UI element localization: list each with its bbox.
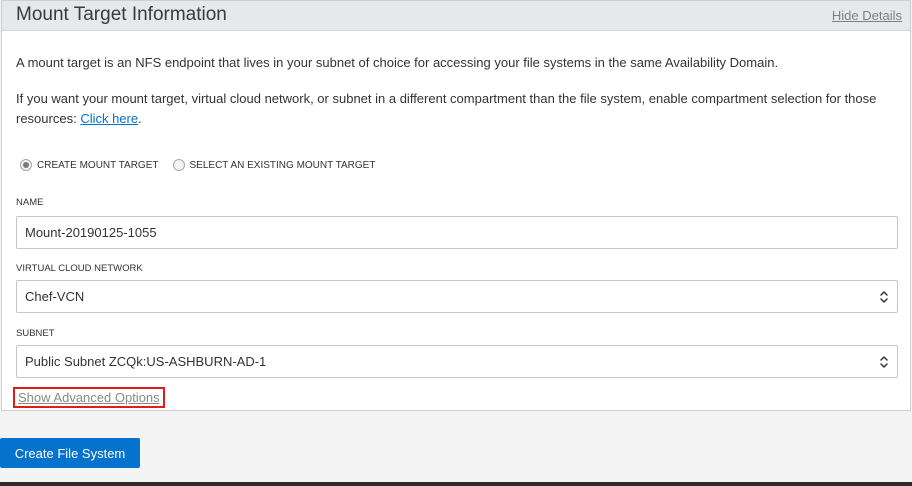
- panel-header: Mount Target Information Hide Details: [2, 1, 910, 31]
- name-input-value: Mount-20190125-1055: [25, 225, 157, 240]
- panel-title: Mount Target Information: [16, 4, 227, 25]
- compartment-text-suffix: .: [138, 111, 142, 126]
- vcn-select[interactable]: Chef-VCN: [16, 280, 898, 313]
- name-input[interactable]: Mount-20190125-1055: [16, 216, 898, 249]
- hide-details-link[interactable]: Hide Details: [832, 8, 902, 23]
- vcn-select-value: Chef-VCN: [25, 289, 85, 304]
- description-text: A mount target is an NFS endpoint that l…: [16, 55, 779, 70]
- vcn-label: VIRTUAL CLOUD NETWORK: [16, 263, 143, 274]
- chevron-up-down-icon: [880, 291, 888, 303]
- create-mount-target-radio[interactable]: [20, 159, 32, 171]
- mount-target-mode-group: CREATE MOUNT TARGET SELECT AN EXISTING M…: [20, 157, 389, 173]
- subnet-label: SUBNET: [16, 328, 55, 339]
- select-existing-mount-target-option[interactable]: SELECT AN EXISTING MOUNT TARGET: [172, 159, 376, 171]
- click-here-link[interactable]: Click here: [80, 111, 138, 126]
- bottom-bar: [0, 482, 912, 486]
- compartment-text: If you want your mount target, virtual c…: [16, 89, 896, 129]
- mount-target-panel: Mount Target Information Hide Details A …: [1, 0, 911, 411]
- chevron-up-down-icon: [880, 356, 888, 368]
- name-label: NAME: [16, 197, 44, 208]
- subnet-select[interactable]: Public Subnet ZCQk:US-ASHBURN-AD-1: [16, 345, 898, 378]
- create-mount-target-option[interactable]: CREATE MOUNT TARGET: [20, 159, 159, 171]
- select-existing-mount-target-radio[interactable]: [172, 159, 185, 171]
- compartment-text-body: If you want your mount target, virtual c…: [16, 91, 877, 126]
- subnet-select-value: Public Subnet ZCQk:US-ASHBURN-AD-1: [25, 354, 267, 369]
- create-mount-target-label: CREATE MOUNT TARGET: [37, 159, 159, 171]
- select-existing-mount-target-label: SELECT AN EXISTING MOUNT TARGET: [189, 159, 376, 171]
- show-advanced-options-link[interactable]: Show Advanced Options: [13, 387, 165, 408]
- create-file-system-button[interactable]: Create File System: [0, 438, 140, 468]
